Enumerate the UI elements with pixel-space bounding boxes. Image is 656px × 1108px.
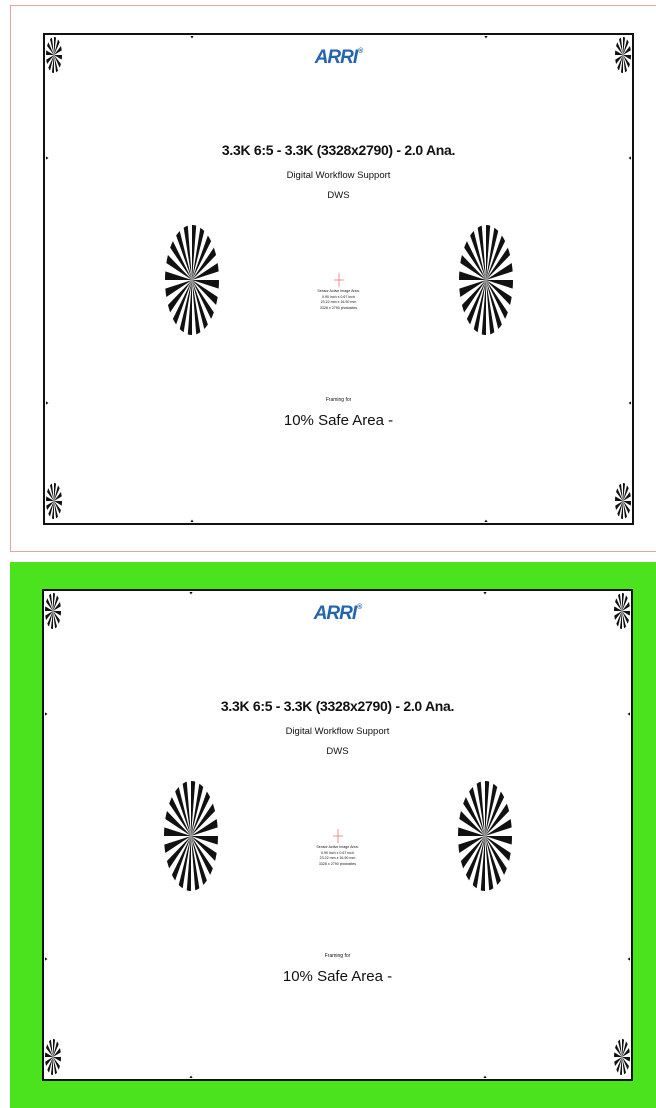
corner-star-bottom-left: [45, 1039, 61, 1075]
edge-marker-bottom: [189, 1075, 193, 1078]
frame-outline: ARRI® 3.3K 6:5 - 3.3K (3328x2790) - 2.0 …: [43, 33, 634, 525]
edge-marker-top: [189, 592, 193, 595]
corner-star-bottom-right: [615, 483, 631, 519]
edge-marker-bottom: [483, 1075, 487, 1078]
siemens-star-right: [458, 781, 512, 891]
framing-label: Framing for: [325, 397, 352, 403]
arri-logo: ARRI®: [314, 47, 364, 68]
sensor-info-line: 3328 x 2790 photosites: [318, 861, 357, 866]
chart-acronym: DWS: [327, 190, 350, 201]
chart-subtitle: Digital Workflow Support: [286, 170, 391, 181]
arri-logo: ARRI®: [313, 603, 363, 624]
edge-marker-bottom: [484, 519, 488, 522]
sensor-info-line: 3328 x 2790 photosites: [319, 305, 358, 310]
center-crosshair: [333, 829, 343, 843]
corner-star-bottom-left: [46, 483, 62, 519]
framing-chart-panel-bottom: ARRI® 3.3K 6:5 - 3.3K (3328x2790) - 2.0 …: [10, 562, 656, 1108]
center-crosshair: [334, 273, 344, 287]
frame-outline: ARRI® 3.3K 6:5 - 3.3K (3328x2790) - 2.0 …: [42, 589, 633, 1081]
edge-marker-top: [483, 592, 487, 595]
siemens-star-right: [459, 225, 513, 335]
edge-marker-top: [190, 36, 194, 39]
chart-acronym: DWS: [326, 746, 349, 757]
framing-chart-panel-top: ARRI® 3.3K 6:5 - 3.3K (3328x2790) - 2.0 …: [10, 5, 656, 552]
chart-graphics: [45, 592, 630, 1078]
chart-graphics: [46, 36, 631, 522]
edge-marker-bottom: [190, 519, 194, 522]
siemens-star-left: [164, 781, 218, 891]
chart-title: 3.3K 6:5 - 3.3K (3328x2790) - 2.0 Ana.: [221, 142, 456, 158]
safe-area-label: 10% Safe Area -: [282, 968, 393, 985]
safe-area-label: 10% Safe Area -: [283, 412, 394, 429]
framing-label: Framing for: [324, 953, 351, 959]
corner-star-bottom-right: [614, 1039, 630, 1075]
chart-subtitle: Digital Workflow Support: [285, 726, 390, 737]
chart-title: 3.3K 6:5 - 3.3K (3328x2790) - 2.0 Ana.: [220, 698, 455, 714]
edge-marker-top: [484, 36, 488, 39]
siemens-star-left: [165, 225, 219, 335]
